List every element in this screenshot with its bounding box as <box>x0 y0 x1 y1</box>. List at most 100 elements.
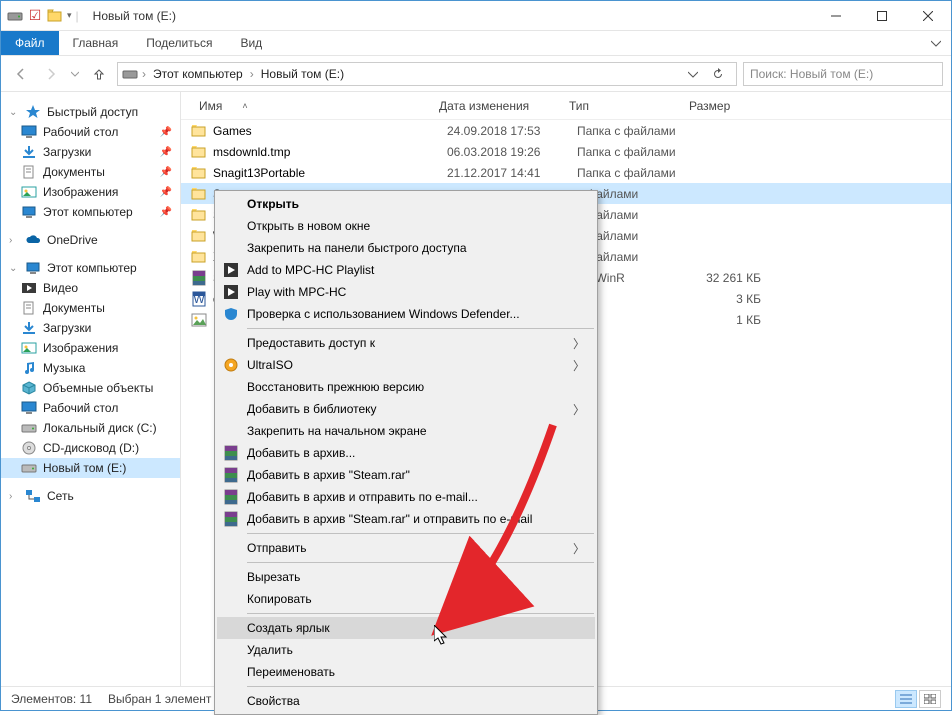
breadcrumb-sep-icon[interactable]: › <box>250 67 254 81</box>
context-menu-item[interactable]: Вырезать <box>217 566 595 588</box>
up-button[interactable] <box>87 62 111 86</box>
nav-this-pc[interactable]: ⌄Этот компьютер <box>1 258 180 278</box>
nav-item[interactable]: Этот компьютер📌 <box>1 202 180 222</box>
close-button[interactable] <box>905 1 951 31</box>
context-menu-item[interactable]: Закрепить на панели быстрого доступа <box>217 237 595 259</box>
context-menu-label: Play with MPC-HC <box>247 285 346 299</box>
details-view-button[interactable] <box>895 690 917 708</box>
refresh-button[interactable] <box>712 68 732 80</box>
nav-item[interactable]: Загрузки <box>1 318 180 338</box>
submenu-arrow-icon: 〉 <box>573 335 585 352</box>
context-menu-item[interactable]: Копировать <box>217 588 595 610</box>
nav-item[interactable]: Музыка <box>1 358 180 378</box>
tab-view[interactable]: Вид <box>226 31 276 55</box>
nav-onedrive[interactable]: ›OneDrive <box>1 230 180 250</box>
context-menu-label: Открыть <box>247 197 299 211</box>
file-size: 1 КБ <box>689 313 769 327</box>
nav-item[interactable]: CD-дисковод (D:) <box>1 438 180 458</box>
nav-item[interactable]: Документы📌 <box>1 162 180 182</box>
context-menu-item[interactable]: Отправить〉 <box>217 537 595 559</box>
context-menu-item[interactable]: Добавить в архив "Steam.rar" и отправить… <box>217 508 595 530</box>
file-row[interactable]: msdownld.tmp 06.03.2018 19:26 Папка с фа… <box>181 141 951 162</box>
window-title: Новый том (E:) <box>93 9 176 23</box>
breadcrumb-sep-icon[interactable]: › <box>142 67 146 81</box>
minimize-button[interactable] <box>813 1 859 31</box>
titlebar: ☑ ▾ | Новый том (E:) <box>1 1 951 31</box>
qat-dropdown-icon[interactable]: ▾ <box>67 10 72 21</box>
selection-info: Выбран 1 элемент <box>108 692 211 706</box>
context-menu-item[interactable]: Предоставить доступ к〉 <box>217 332 595 354</box>
context-menu-item[interactable]: Восстановить прежнюю версию <box>217 376 595 398</box>
col-type[interactable]: Тип <box>561 99 681 113</box>
search-placeholder: Поиск: Новый том (E:) <box>750 67 873 81</box>
search-input[interactable]: Поиск: Новый том (E:) <box>743 62 943 86</box>
nav-item[interactable]: Рабочий стол📌 <box>1 122 180 142</box>
context-menu-item[interactable]: Закрепить на начальном экране <box>217 420 595 442</box>
back-button[interactable] <box>9 62 33 86</box>
icons-view-button[interactable] <box>919 690 941 708</box>
context-menu-label: UltraISO <box>247 358 293 372</box>
context-menu-label: Добавить в библиотеку <box>247 402 377 416</box>
context-menu-item[interactable]: Свойства <box>217 690 595 712</box>
context-menu-item[interactable]: Add to MPC-HC Playlist <box>217 259 595 281</box>
breadcrumb-this-pc[interactable]: Этот компьютер <box>150 67 246 81</box>
context-menu-item[interactable]: Добавить в библиотеку 〉 <box>217 398 595 420</box>
context-menu-label: Вырезать <box>247 570 300 584</box>
folder-icon <box>191 228 207 244</box>
submenu-arrow-icon: 〉 <box>573 540 585 557</box>
context-menu-item[interactable]: Переименовать <box>217 661 595 683</box>
context-menu-label: Проверка с использованием Windows Defend… <box>247 307 520 321</box>
breadcrumb-drive[interactable]: Новый том (E:) <box>258 67 347 81</box>
context-menu-item[interactable]: Открыть <box>217 193 595 215</box>
col-date[interactable]: Дата изменения <box>431 99 561 113</box>
recent-dropdown-icon[interactable] <box>69 62 81 86</box>
address-bar[interactable]: › Этот компьютер › Новый том (E:) <box>117 62 737 86</box>
address-dropdown-icon[interactable] <box>688 69 708 79</box>
ribbon-expand-icon[interactable] <box>921 31 951 55</box>
file-row[interactable]: Games 24.09.2018 17:53 Папка с файлами <box>181 120 951 141</box>
context-menu-item[interactable]: Добавить в архив "Steam.rar" <box>217 464 595 486</box>
context-menu-item[interactable]: Добавить в архив и отправить по e-mail..… <box>217 486 595 508</box>
forward-button[interactable] <box>39 62 63 86</box>
nav-item[interactable]: Изображения📌 <box>1 182 180 202</box>
context-menu-item[interactable]: Проверка с использованием Windows Defend… <box>217 303 595 325</box>
context-menu-label: Свойства <box>247 694 300 708</box>
nav-item[interactable]: Видео <box>1 278 180 298</box>
context-menu-item[interactable]: Открыть в новом окне <box>217 215 595 237</box>
tab-home[interactable]: Главная <box>59 31 133 55</box>
nav-item[interactable]: Изображения <box>1 338 180 358</box>
file-size: 32 261 КБ <box>689 271 769 285</box>
column-headers[interactable]: Имя ˄ Дата изменения Тип Размер <box>181 92 951 120</box>
new-folder-icon[interactable] <box>47 8 63 24</box>
context-menu-label: Восстановить прежнюю версию <box>247 380 424 394</box>
mpc-icon <box>223 284 239 300</box>
submenu-arrow-icon: 〉 <box>573 401 585 418</box>
nav-item[interactable]: Новый том (E:) <box>1 458 180 478</box>
nav-network[interactable]: ›Сеть <box>1 486 180 506</box>
rar-icon <box>223 445 239 461</box>
file-row[interactable]: Snagit13Portable 21.12.2017 14:41 Папка … <box>181 162 951 183</box>
rar-icon <box>223 467 239 483</box>
nav-item[interactable]: Объемные объекты <box>1 378 180 398</box>
pin-icon: 📌 <box>160 207 176 218</box>
col-name[interactable]: Имя <box>199 99 222 113</box>
col-size[interactable]: Размер <box>681 99 761 113</box>
tab-share[interactable]: Поделиться <box>132 31 226 55</box>
nav-item[interactable]: Документы <box>1 298 180 318</box>
sort-ascending-icon: ˄ <box>242 101 247 111</box>
properties-icon[interactable]: ☑ <box>27 8 43 24</box>
nav-item[interactable]: Локальный диск (C:) <box>1 418 180 438</box>
context-menu-item[interactable]: Удалить <box>217 639 595 661</box>
nav-quick-access[interactable]: ⌄Быстрый доступ <box>1 102 180 122</box>
nav-item[interactable]: Загрузки📌 <box>1 142 180 162</box>
nav-item[interactable]: Рабочий стол <box>1 398 180 418</box>
context-menu-label: Переименовать <box>247 665 335 679</box>
context-menu-item[interactable]: Play with MPC-HC <box>217 281 595 303</box>
file-date: 06.03.2018 19:26 <box>439 145 569 159</box>
context-menu-label: Добавить в архив и отправить по e-mail..… <box>247 490 478 504</box>
maximize-button[interactable] <box>859 1 905 31</box>
context-menu-item[interactable]: Создать ярлык <box>217 617 595 639</box>
file-tab[interactable]: Файл <box>1 31 59 55</box>
context-menu-item[interactable]: Добавить в архив... <box>217 442 595 464</box>
context-menu-item[interactable]: UltraISO〉 <box>217 354 595 376</box>
